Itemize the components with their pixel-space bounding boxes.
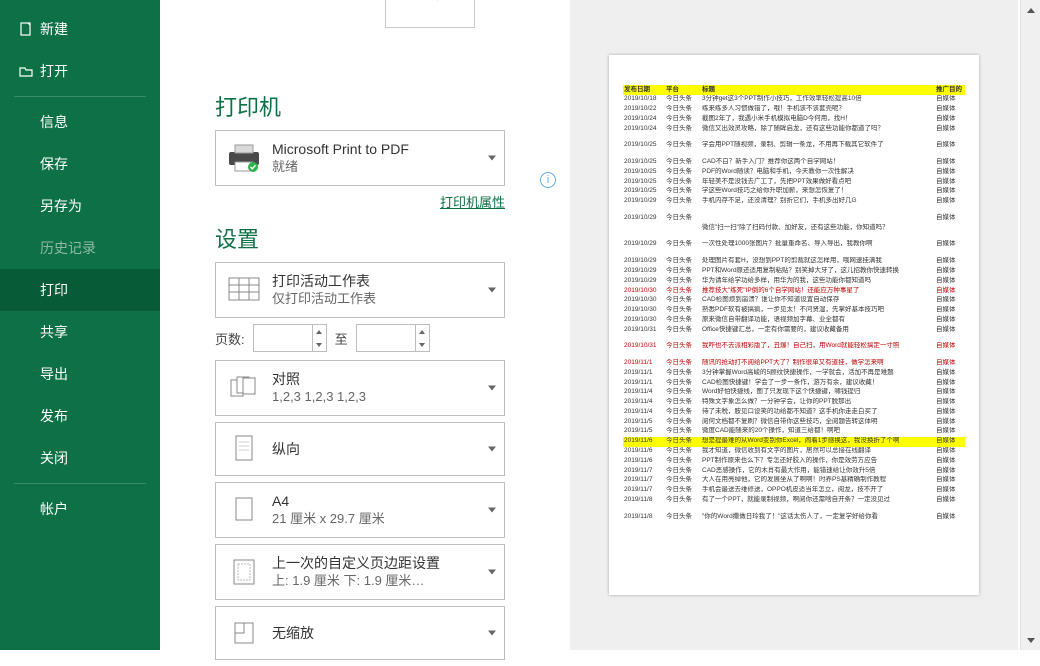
- print-button[interactable]: 打印: [385, 0, 475, 28]
- info-icon[interactable]: i: [540, 172, 556, 188]
- spinner-down-icon[interactable]: [313, 338, 326, 351]
- margins-icon: [224, 552, 264, 592]
- sidebar-item-save[interactable]: 保存: [0, 143, 160, 185]
- preview-table: 发布日期平台标题推广目的 2019/10/18今日头条3分钟get这3个PPT制…: [623, 85, 965, 522]
- sidebar-label: 新建: [40, 19, 68, 39]
- backstage-sidebar: 新建 打开 信息 保存 另存为 历史记录 打印 共享 导出 发布 关闭 帐户: [0, 0, 160, 650]
- settings-column: i 打印机 Microsoft Print to PDF 就绪 打印机属性 设置…: [215, 80, 515, 666]
- dropdown-title: 上一次的自定义页边距设置: [272, 554, 440, 572]
- sidebar-label: 打印: [40, 280, 68, 300]
- sidebar-item-account[interactable]: 帐户: [0, 488, 160, 530]
- sidebar-item-print[interactable]: 打印: [0, 269, 160, 311]
- sidebar-item-new[interactable]: 新建: [0, 8, 160, 50]
- dropdown-title: 打印活动工作表: [272, 272, 376, 290]
- scroll-down-icon[interactable]: [1021, 630, 1040, 650]
- sidebar-label: 另存为: [40, 196, 82, 216]
- portrait-icon: [224, 429, 264, 469]
- orientation-dropdown[interactable]: 纵向: [215, 422, 505, 476]
- paper-icon: [224, 490, 264, 530]
- printer-dropdown[interactable]: Microsoft Print to PDF 就绪: [215, 130, 505, 186]
- sidebar-item-saveas[interactable]: 另存为: [0, 185, 160, 227]
- print-button-label: 打印: [417, 0, 443, 3]
- sidebar-label: 共享: [40, 322, 68, 342]
- dropdown-title: 无缩放: [272, 624, 314, 642]
- print-preview-area: 发布日期平台标题推广目的 2019/10/18今日头条3分钟get这3个PPT制…: [570, 0, 1018, 650]
- settings-section-title: 设置: [215, 222, 515, 254]
- sidebar-label: 帐户: [40, 499, 68, 519]
- folder-open-icon: [18, 63, 40, 79]
- new-icon: [18, 21, 40, 37]
- sidebar-item-export[interactable]: 导出: [0, 353, 160, 395]
- pages-range-row: 页数: 至: [215, 324, 505, 352]
- sidebar-divider: [14, 483, 146, 484]
- pages-to-input[interactable]: [356, 324, 430, 352]
- scaling-dropdown[interactable]: 无缩放: [215, 606, 505, 660]
- scaling-icon: [224, 613, 264, 653]
- dropdown-title: A4: [272, 492, 385, 510]
- sidebar-item-open[interactable]: 打开: [0, 50, 160, 92]
- chevron-down-icon: [488, 570, 496, 575]
- sidebar-label: 信息: [40, 112, 68, 132]
- collate-dropdown[interactable]: 对照 1,2,3 1,2,3 1,2,3: [215, 360, 505, 416]
- printer-icon: [224, 138, 264, 178]
- chevron-down-icon: [488, 386, 496, 391]
- printer-name: Microsoft Print to PDF: [272, 140, 409, 158]
- sidebar-item-info[interactable]: 信息: [0, 101, 160, 143]
- printer-section-title: 打印机: [215, 90, 515, 122]
- sidebar-item-publish[interactable]: 发布: [0, 395, 160, 437]
- dropdown-sub: 1,2,3 1,2,3 1,2,3: [272, 389, 366, 406]
- sidebar-label: 关闭: [40, 448, 68, 468]
- spinner-up-icon[interactable]: [313, 325, 326, 338]
- dropdown-title: 纵向: [272, 440, 300, 458]
- print-what-dropdown[interactable]: 打印活动工作表 仅打印活动工作表: [215, 262, 505, 318]
- to-label: 至: [335, 329, 348, 348]
- sidebar-item-close[interactable]: 关闭: [0, 437, 160, 479]
- sidebar-label: 保存: [40, 154, 68, 174]
- sidebar-label: 历史记录: [40, 238, 96, 258]
- sidebar-label: 发布: [40, 406, 68, 426]
- scroll-up-icon[interactable]: [1021, 0, 1040, 20]
- sidebar-divider: [14, 96, 146, 97]
- sidebar-label: 导出: [40, 364, 68, 384]
- dropdown-title: 对照: [272, 370, 366, 388]
- sidebar-item-history: 历史记录: [0, 227, 160, 269]
- chevron-down-icon: [488, 447, 496, 452]
- collate-icon: [224, 368, 264, 408]
- spinner-up-icon[interactable]: [416, 325, 429, 338]
- dropdown-sub: 仅打印活动工作表: [272, 291, 376, 308]
- sidebar-label: 打开: [40, 61, 68, 81]
- dropdown-sub: 21 厘米 x 29.7 厘米: [272, 511, 385, 528]
- preview-page: 发布日期平台标题推广目的 2019/10/18今日头条3分钟get这3个PPT制…: [609, 55, 979, 595]
- scrollbar-track[interactable]: [1021, 20, 1040, 630]
- chevron-down-icon: [488, 156, 496, 161]
- dropdown-sub: 上: 1.9 厘米 下: 1.9 厘米…: [272, 573, 440, 590]
- pages-from-input[interactable]: [253, 324, 327, 352]
- main-content: 打印 i 打印机 Microsoft Print to PDF 就绪 打印机属性…: [160, 0, 1040, 650]
- printer-status: 就绪: [272, 159, 409, 176]
- chevron-down-icon: [488, 288, 496, 293]
- spinner-down-icon[interactable]: [416, 338, 429, 351]
- printer-properties-link[interactable]: 打印机属性: [440, 195, 505, 210]
- vertical-scrollbar[interactable]: [1020, 0, 1040, 650]
- chevron-down-icon: [488, 631, 496, 636]
- sidebar-item-share[interactable]: 共享: [0, 311, 160, 353]
- paper-size-dropdown[interactable]: A4 21 厘米 x 29.7 厘米: [215, 482, 505, 538]
- chevron-down-icon: [488, 508, 496, 513]
- margins-dropdown[interactable]: 上一次的自定义页边距设置 上: 1.9 厘米 下: 1.9 厘米…: [215, 544, 505, 600]
- sheets-icon: [224, 270, 264, 310]
- pages-label: 页数:: [215, 329, 245, 348]
